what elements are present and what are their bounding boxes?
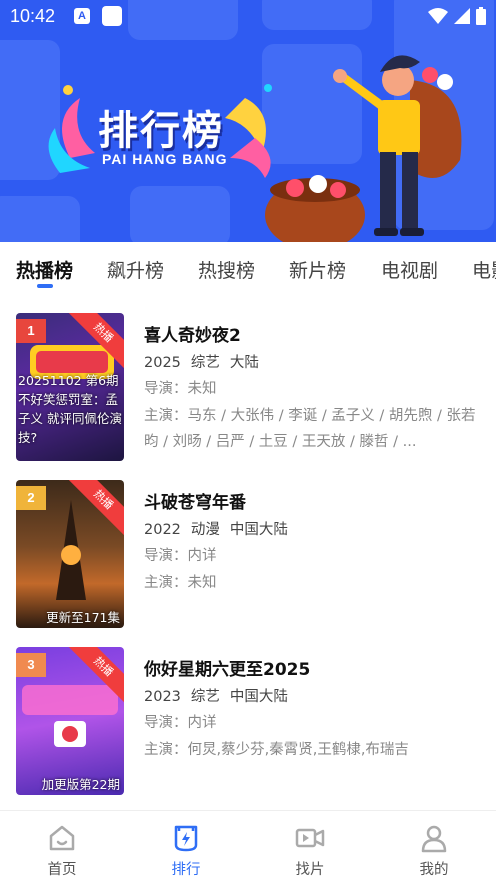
item-genre: 动漫 (190, 522, 220, 538)
item-region: 中国大陆 (229, 522, 288, 538)
poster-tower-art (56, 500, 86, 600)
notification-square-icon (102, 6, 122, 26)
item-cast: 主演：未知 (144, 575, 217, 591)
hero-banner: 10:42 A 排行榜 PAI HANG BANG (0, 0, 496, 242)
list-item[interactable]: 2 热播 更新至171集 斗破苍穹年番 2022 动漫 中国大陆 导演：内详 主演：… (0, 480, 496, 630)
item-cast: 主演：何炅,蔡少芬,秦霄贤,王鹤棣,布瑞吉 (144, 742, 409, 758)
item-cast: 主演：马东 / 大张伟 / 李诞 / 孟子义 / 胡先煦 / 张若昀 / 刘旸 … (144, 408, 476, 450)
cartoon-character-illustration (265, 55, 462, 242)
tab-rising[interactable]: 飙升榜 (107, 256, 164, 283)
rank-badge: 1 (16, 319, 46, 343)
ranking-tabs: 热播榜 飙升榜 热搜榜 新片榜 电视剧 电影 (0, 242, 496, 294)
item-director: 导演：未知 (144, 381, 217, 397)
nav-find-video-label: 找片 (295, 862, 325, 878)
nav-profile[interactable]: 我的 (372, 811, 496, 883)
poster-image[interactable]: 3 热播 加更版第22期 (16, 647, 124, 795)
nav-home-label: 首页 (47, 862, 77, 878)
tab-tv-series[interactable]: 电视剧 (381, 256, 438, 283)
hero-subtitle: PAI HANG BANG (102, 151, 228, 167)
rank-badge: 3 (16, 653, 46, 677)
item-year: 2023 (144, 689, 181, 705)
tab-active-indicator (37, 284, 53, 288)
item-region: 中国大陆 (229, 689, 288, 705)
item-year: 2025 (144, 355, 181, 371)
poster-caption: 更新至171集 (46, 610, 120, 625)
item-title[interactable]: 喜人奇妙夜2 (144, 321, 241, 346)
item-genre: 综艺 (190, 355, 220, 371)
item-meta: 2023 综艺 中国大陆 (144, 685, 298, 706)
nav-ranking-label: 排行 (171, 862, 201, 878)
tab-hot-search[interactable]: 热搜榜 (198, 256, 255, 283)
list-item[interactable]: 3 热播 加更版第22期 你好星期六更至2025 2023 综艺 中国大陆 导演：内… (0, 647, 496, 797)
signal-icon (454, 8, 470, 24)
tab-new-release[interactable]: 新片榜 (289, 256, 346, 283)
item-genre: 综艺 (190, 689, 220, 705)
nav-find-video[interactable]: 找片 (248, 811, 372, 883)
tab-hot-play[interactable]: 热播榜 (16, 256, 73, 283)
home-icon (49, 825, 75, 851)
nav-profile-label: 我的 (419, 862, 449, 878)
item-title[interactable]: 你好星期六更至2025 (144, 655, 310, 680)
poster-overlay-text: 20251102 第6期 不好笑惩罚室：孟子义 就评同佩伦演技? (18, 373, 122, 445)
nav-home[interactable]: 首页 (0, 811, 124, 883)
list-item[interactable]: 20251102 第6期 不好笑惩罚室：孟子义 就评同佩伦演技? 1 热播 喜人… (0, 313, 496, 463)
rank-badge: 2 (16, 486, 46, 510)
poster-image[interactable]: 20251102 第6期 不好笑惩罚室：孟子义 就评同佩伦演技? 1 热播 (16, 313, 124, 461)
item-meta: 2022 动漫 中国大陆 (144, 518, 298, 539)
item-title[interactable]: 斗破苍穹年番 (144, 488, 246, 513)
item-year: 2022 (144, 522, 181, 538)
nav-ranking[interactable]: 排行 (124, 811, 248, 883)
tab-movie[interactable]: 电影 (472, 256, 496, 283)
poster-image[interactable]: 2 热播 更新至171集 (16, 480, 124, 628)
user-icon (421, 825, 447, 853)
poster-caption: 加更版第22期 (41, 777, 120, 792)
item-director: 导演：内详 (144, 715, 217, 731)
item-meta: 2025 综艺 大陆 (144, 351, 269, 372)
item-region: 大陆 (229, 355, 259, 371)
status-bar: 10:42 A (0, 0, 496, 34)
wifi-icon (428, 8, 448, 24)
ranking-icon (174, 825, 198, 852)
item-director: 导演：内详 (144, 548, 217, 564)
bottom-navigation: 首页 排行 找片 我的 (0, 810, 496, 883)
hero-title: 排行榜 (98, 108, 224, 154)
poster-show-art (22, 685, 118, 747)
status-time: 10:42 (10, 6, 56, 26)
notification-a-icon: A (74, 8, 90, 24)
video-camera-icon (295, 828, 325, 848)
battery-icon (476, 7, 486, 25)
